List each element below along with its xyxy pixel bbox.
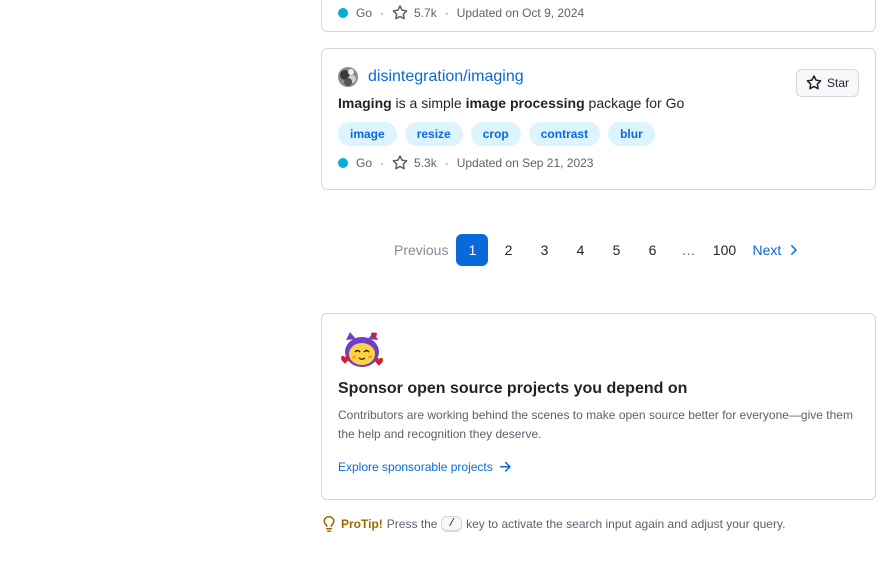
- topic-tag[interactable]: contrast: [528, 122, 601, 146]
- arrow-right-icon: [499, 461, 511, 472]
- repo-description: Imaging is a simple image processing pac…: [338, 95, 684, 111]
- topic-tag[interactable]: resize: [404, 122, 463, 146]
- topic-tag[interactable]: blur: [608, 122, 655, 146]
- page-2-button[interactable]: 2: [492, 234, 524, 266]
- avatar[interactable]: [338, 67, 358, 87]
- description-highlight: Imaging: [338, 95, 392, 111]
- protip-text: Press the: [386, 517, 438, 531]
- description-text: is a simple: [391, 95, 466, 111]
- sponsor-body: Contributors are working behind the scen…: [338, 408, 853, 441]
- star-count[interactable]: 5.3k: [414, 156, 437, 170]
- topic-tag[interactable]: crop: [470, 122, 521, 146]
- pagination-gap: …: [681, 242, 696, 258]
- page-5-button[interactable]: 5: [600, 234, 632, 266]
- star-count[interactable]: 5.7k: [414, 6, 437, 20]
- language-color-dot: [338, 8, 348, 18]
- topic-tag[interactable]: image: [338, 122, 397, 146]
- star-button-label: Star: [826, 76, 849, 90]
- updated-date: Updated on Sep 21, 2023: [456, 156, 594, 170]
- next-page-button[interactable]: Next: [744, 234, 809, 266]
- page-last-button[interactable]: 100: [708, 234, 740, 266]
- page-4-button[interactable]: 4: [564, 234, 596, 266]
- page-3-button[interactable]: 3: [528, 234, 560, 266]
- avatar-image: [338, 67, 358, 87]
- star-icon: [806, 75, 822, 90]
- star-icon: [392, 5, 408, 20]
- page-1-button[interactable]: 1: [456, 234, 489, 266]
- mona-hearts-icon: [341, 332, 383, 367]
- previous-page-button: Previous: [394, 242, 449, 258]
- chevron-right-icon: [791, 245, 798, 255]
- sponsor-title: Sponsor open source projects you depend …: [338, 380, 688, 397]
- repo-header: disintegration/imaging: [338, 67, 524, 87]
- repo-name-link[interactable]: disintegration/imaging: [368, 68, 524, 86]
- search-result-repo: disintegration/imaging Star Imaging is a…: [321, 48, 876, 190]
- description-highlight: image processing: [465, 95, 585, 111]
- light-bulb-icon: [323, 516, 335, 532]
- star-icon: [392, 155, 408, 170]
- search-result-previous: Go · 5.7k · Updated on Oct 9, 2024: [321, 0, 876, 32]
- explore-sponsorable-link[interactable]: Explore sponsorable projects: [338, 459, 513, 475]
- language-label: Go: [356, 6, 373, 20]
- description-text: package for Go: [584, 95, 685, 111]
- updated-date: Updated on Oct 9, 2024: [456, 6, 585, 20]
- explore-label: Explore sponsorable projects: [338, 460, 493, 474]
- topic-list: image resize crop contrast blur: [338, 122, 655, 146]
- star-button[interactable]: Star: [795, 69, 859, 97]
- language-color-dot: [338, 158, 348, 168]
- sponsor-card: Sponsor open source projects you depend …: [321, 313, 876, 500]
- page-6-button[interactable]: 6: [636, 234, 668, 266]
- pagination: Previous 1 2 3 4 5 6 … 100 Next: [386, 234, 813, 266]
- keyboard-shortcut-key: /: [441, 516, 463, 532]
- protip-label: ProTip!: [341, 517, 383, 531]
- protip: ProTip! Press the / key to activate the …: [321, 516, 785, 532]
- next-label: Next: [752, 242, 782, 258]
- result-meta: Go · 5.7k · Updated on Oct 9, 2024: [338, 5, 584, 21]
- language-label: Go: [356, 156, 373, 170]
- result-meta: Go · 5.3k · Updated on Sep 21, 2023: [338, 155, 593, 171]
- protip-text: key to activate the search input again a…: [466, 517, 786, 531]
